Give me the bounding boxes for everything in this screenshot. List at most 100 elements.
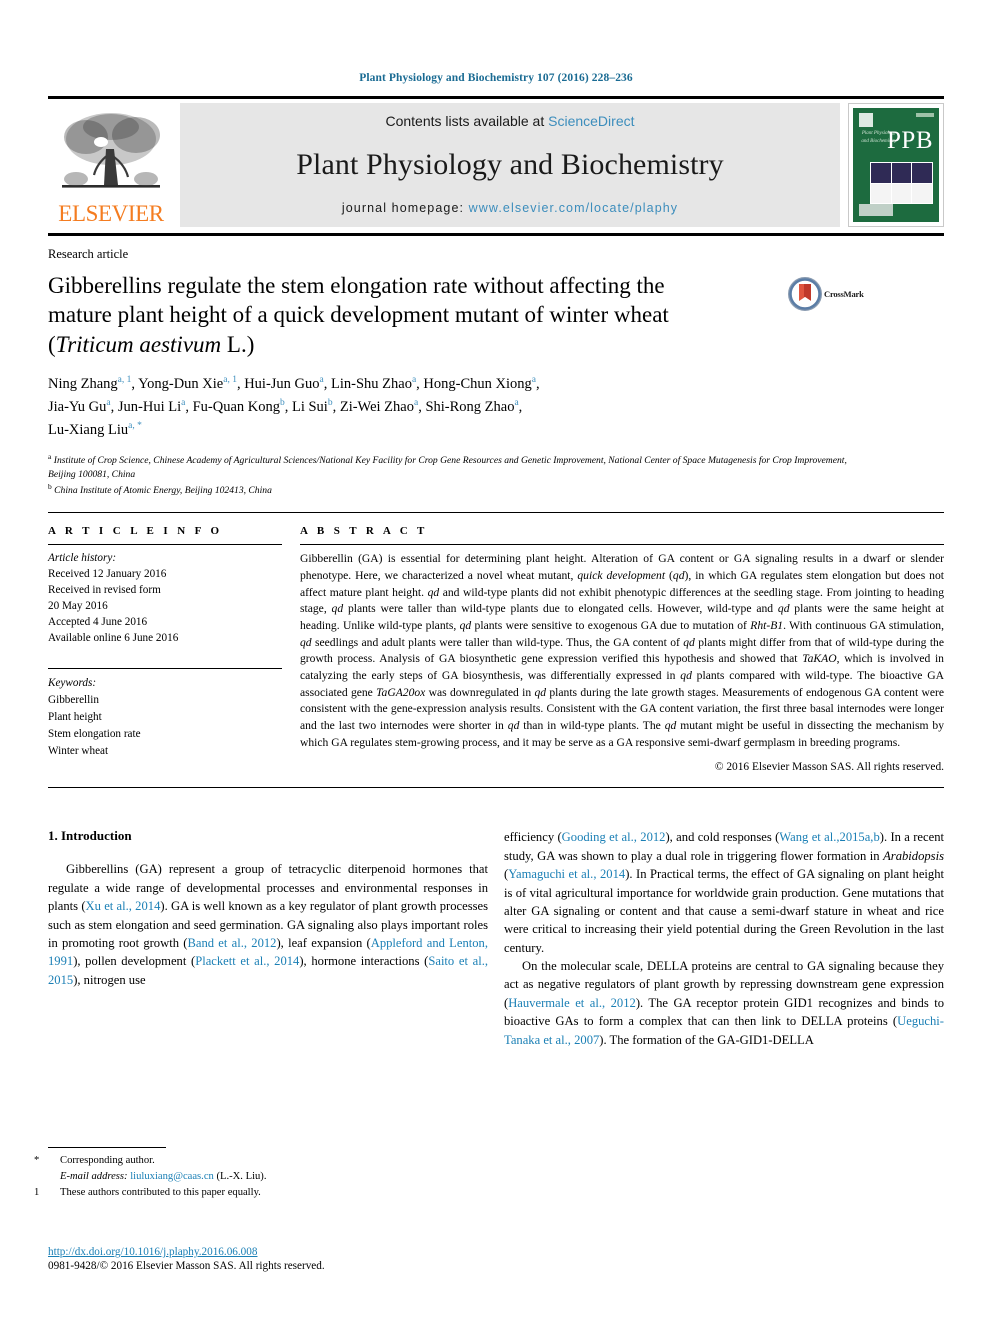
para-seg: ), and cold responses ( — [665, 830, 780, 845]
affiliation-a: a Institute of Crop Science, Chinese Aca… — [48, 452, 868, 482]
running-head: Plant Physiology and Biochemistry 107 (2… — [359, 72, 633, 84]
citation-link[interactable]: Hauvermale et al., 2012 — [508, 996, 636, 1010]
title-line-1: Gibberellins regulate the stem elongatio… — [48, 273, 665, 298]
abstract-qd: qd — [300, 635, 312, 649]
crossmark-badge-inner[interactable]: CrossMark — [788, 277, 864, 311]
journal-masthead: ELSEVIER Contents lists available at Sci… — [48, 103, 944, 227]
abstract-qd: qd — [664, 719, 677, 732]
author-affiliation-marker: a — [531, 375, 536, 386]
email-owner: (L.-X. Liu). — [213, 1170, 267, 1182]
body-column-left: 1. Introduction Gibberellins (GA) repres… — [48, 828, 488, 1128]
cover-acronym: PPB — [887, 127, 933, 154]
species-name: Arabidopsis — [883, 848, 944, 863]
author-affiliation-marker: a, 1 — [117, 375, 132, 386]
abstract-qd: qd — [672, 568, 685, 582]
cover-fig-plot — [891, 183, 912, 203]
cover-society-logo-icon — [859, 204, 893, 216]
keywords-rule — [48, 667, 282, 669]
crossmark-badge[interactable]: CrossMark — [788, 271, 884, 311]
info-band-bottom-rule — [48, 787, 944, 789]
author-affiliation-marker: a — [413, 398, 419, 409]
author-line-3: Lu-Xiang Liua, * — [48, 421, 142, 439]
citation-link[interactable]: Xu et al., 2014 — [86, 899, 161, 913]
footnote-rule — [48, 1147, 166, 1148]
sciencedirect-link[interactable]: ScienceDirect — [548, 113, 634, 129]
article-info-heading: A R T I C L E I N F O — [48, 525, 223, 538]
affiliation-marker-a: a — [48, 452, 52, 462]
article-history-label: Article history: — [48, 552, 117, 565]
para-seg: ), leaf expansion ( — [276, 935, 371, 950]
article-history-block: Article history: Received 12 January 201… — [48, 551, 282, 646]
cover-fig-photo — [871, 163, 891, 183]
masthead-top-rule — [48, 96, 944, 99]
citation-link[interactable]: Band et al., 2012 — [187, 936, 276, 950]
author-affiliation-marker: a, 1 — [223, 375, 237, 386]
section-number: 1. — [48, 828, 58, 844]
footnote-corresponding-author: * Corresponding author. — [34, 1153, 488, 1169]
keyword-item: Plant height — [48, 710, 102, 723]
article-page: Plant Physiology and Biochemistry 107 (2… — [0, 0, 992, 1323]
footnotes-block: * Corresponding author. E-mail address: l… — [34, 1147, 488, 1201]
abstract-gene-taga20ox: TaGA20ox — [376, 685, 426, 699]
citation-link[interactable]: Gooding et al., 2012 — [562, 830, 666, 844]
author-affiliation-marker: b — [279, 398, 285, 409]
abstract-qd: qd — [777, 602, 790, 616]
homepage-url-link[interactable]: www.elsevier.com/locate/plaphy — [469, 201, 678, 215]
masthead-center-panel: Contents lists available at ScienceDirec… — [180, 103, 840, 227]
info-band-top-rule — [48, 512, 944, 514]
abstract-qd: qd — [507, 719, 520, 732]
abstract-seg: . With continuous GA stimulation, — [783, 618, 944, 632]
abstract-seg: plants were sensitive to exogenous GA du… — [471, 618, 751, 632]
elsevier-logo: ELSEVIER — [48, 103, 174, 227]
abstract-column: A B S T R A C T Gibberellin (GA) is esse… — [300, 525, 944, 773]
author-list: Ning Zhanga, 1, Yong-Dun Xiea, 1, Hui-Ju… — [48, 373, 808, 442]
footnote-email-line: E-mail address: liuluxiang@caas.cn (L.-X… — [48, 1169, 488, 1185]
affiliation-list: a Institute of Crop Science, Chinese Aca… — [48, 452, 868, 498]
revised-label: Received in revised form — [48, 583, 161, 596]
body-column-right: efficiency (Gooding et al., 2012), and c… — [504, 828, 944, 1128]
keyword-item: Winter wheat — [48, 744, 109, 757]
cover-background: Plant Physiology and Biochemistry PPB — [853, 108, 939, 222]
abstract-copyright: © 2016 Elsevier Masson SAS. All rights r… — [714, 761, 944, 774]
keywords-block: Keywords: Gibberellin Plant height Stem … — [48, 675, 282, 760]
author-affiliation-marker: b — [327, 398, 333, 409]
citation-link[interactable]: Plackett et al., 2014 — [195, 954, 299, 968]
cover-fig-photo — [912, 163, 932, 183]
abstract-qd: qd — [680, 668, 692, 682]
affiliation-b: b China Institute of Atomic Energy, Beij… — [48, 482, 868, 498]
citation-link[interactable]: Yamaguchi et al., 2014 — [508, 867, 625, 881]
journal-cover-thumbnail[interactable]: Plant Physiology and Biochemistry PPB — [848, 103, 944, 227]
citation-link[interactable]: Wang et al.,2015a,b — [779, 830, 879, 844]
title-paren-close: L.) — [221, 331, 255, 357]
cover-fig-plot — [912, 183, 932, 203]
doi-block: http://dx.doi.org/10.1016/j.plaphy.2016.… — [48, 1246, 325, 1272]
contents-prefix: Contents lists available at — [385, 113, 549, 129]
para-seg: ), pollen development ( — [73, 954, 196, 969]
abstract-mutant-name: quick development — [577, 568, 666, 582]
abstract-qd: qd — [427, 585, 440, 599]
abstract-seg: plants were taller than wild-type plants… — [343, 602, 778, 616]
available-online-date: Available online 6 June 2016 — [48, 631, 179, 644]
email-link[interactable]: liuluxiang@caas.cn — [130, 1171, 214, 1182]
masthead-bottom-rule — [48, 233, 944, 236]
received-date: Received 12 January 2016 — [48, 568, 167, 581]
title-row: Gibberellins regulate the stem elongatio… — [48, 271, 944, 359]
abstract-heading: A B S T R A C T — [300, 525, 428, 538]
doi-link[interactable]: http://dx.doi.org/10.1016/j.plaphy.2016.… — [48, 1246, 325, 1258]
body-columns: 1. Introduction Gibberellins (GA) repres… — [48, 828, 944, 1128]
journal-title: Plant Physiology and Biochemistry — [296, 148, 724, 181]
abstract-qd: qd — [534, 685, 547, 699]
cover-fig-plot — [871, 183, 891, 203]
author-affiliation-marker: a — [181, 398, 186, 409]
footnote-marker-asterisk: * — [34, 1155, 40, 1166]
author-line-2: Jia-Yu Gua, Jun-Hui Lia, Fu-Quan Kongb, … — [48, 398, 523, 416]
abstract-qd: qd — [331, 602, 344, 616]
title-paren-open: ( — [48, 331, 56, 357]
keyword-item: Gibberellin — [48, 693, 99, 706]
footnote-equal-text: These authors contributed to this paper … — [60, 1186, 261, 1198]
footnote-equal-contribution: 1 These authors contributed to this paper… — [34, 1185, 488, 1201]
elsevier-wordmark: ELSEVIER — [58, 201, 164, 226]
abstract-rule — [300, 544, 944, 546]
abstract-seg: was downregulated in — [425, 685, 535, 699]
